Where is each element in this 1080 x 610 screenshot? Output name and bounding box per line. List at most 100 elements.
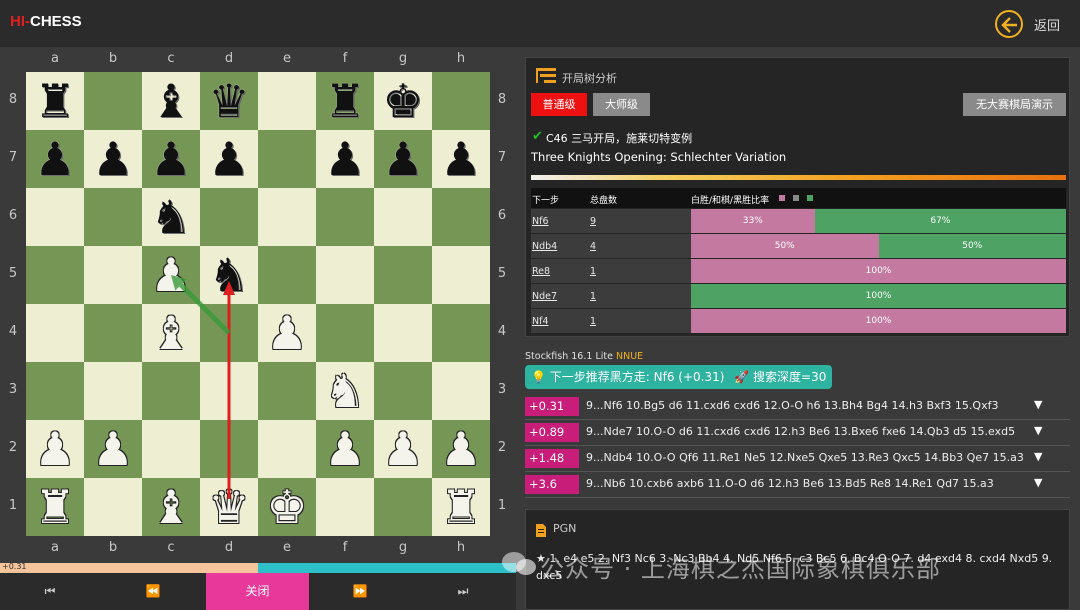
opening-row[interactable]: Nf6 9 33% 67% [531,209,1066,233]
white-pawn-icon[interactable]: ♟ [26,420,84,478]
opening-row-move[interactable]: Ndb4 [532,241,557,252]
white-king-icon[interactable]: ♚ [258,478,316,536]
square-g3[interactable] [374,362,432,420]
opening-row[interactable]: Re8 1 100% [531,259,1066,283]
square-h3[interactable] [432,362,490,420]
black-knight-icon[interactable]: ♞ [200,246,258,304]
engine-line-moves[interactable]: 9...Nb6 10.cxb6 axb6 11.O-O d6 12.h3 Be6… [586,477,1036,490]
square-b5[interactable] [84,246,142,304]
square-e3[interactable] [258,362,316,420]
black-king-icon[interactable]: ♚ [374,72,432,130]
black-knight-icon[interactable]: ♞ [142,188,200,246]
opening-row[interactable]: Nf4 1 100% [531,309,1066,333]
demo-games-button[interactable]: 无大赛棋局演示 [963,93,1066,116]
opening-row[interactable]: Ndb4 4 50% 50% [531,234,1066,258]
white-pawn-icon[interactable]: ♟ [432,420,490,478]
opening-row[interactable]: Nde7 1 100% [531,284,1066,308]
white-rook-icon[interactable]: ♜ [26,478,84,536]
opening-row-move[interactable]: Nf6 [532,216,549,227]
square-c2[interactable] [142,420,200,478]
square-g5[interactable] [374,246,432,304]
black-pawn-icon[interactable]: ♟ [316,130,374,188]
square-g6[interactable] [374,188,432,246]
black-pawn-icon[interactable]: ♟ [142,130,200,188]
engine-line[interactable]: +1.48 9...Ndb4 10.O-O Qf6 11.Re1 Ne5 12.N… [525,449,1070,469]
engine-line[interactable]: +3.6 9...Nb6 10.cxb6 axb6 11.O-O d6 12.h3… [525,475,1070,495]
expand-chevron-icon[interactable]: ▼ [1034,450,1042,463]
expand-chevron-icon[interactable]: ▼ [1034,398,1042,411]
square-d3[interactable] [200,362,258,420]
close-button[interactable]: 关闭 [206,573,309,610]
square-f5[interactable] [316,246,374,304]
black-rook-icon[interactable]: ♜ [316,72,374,130]
square-b6[interactable] [84,188,142,246]
square-d6[interactable] [200,188,258,246]
square-c3[interactable] [142,362,200,420]
engine-line-moves[interactable]: 9...Nf6 10.Bg5 d6 11.cxd6 cxd6 12.O-O h6… [586,399,1036,412]
square-f6[interactable] [316,188,374,246]
square-b1[interactable] [84,478,142,536]
square-f1[interactable] [316,478,374,536]
square-e6[interactable] [258,188,316,246]
first-move-button[interactable]: ⏮ [0,573,100,610]
square-e7[interactable] [258,130,316,188]
black-pawn-icon[interactable]: ♟ [374,130,432,188]
black-queen-icon[interactable]: ♛ [200,72,258,130]
square-b3[interactable] [84,362,142,420]
engine-line-moves[interactable]: 9...Nde7 10.O-O d6 11.cxd6 cxd6 12.h3 Be… [586,425,1036,438]
white-bishop-icon[interactable]: ♝ [142,304,200,362]
level-normal-button[interactable]: 普通级 [531,93,587,116]
square-a3[interactable] [26,362,84,420]
white-knight-icon[interactable]: ♞ [316,362,374,420]
square-h5[interactable] [432,246,490,304]
white-win-bar: 50% [691,234,879,258]
engine-line-moves[interactable]: 9...Ndb4 10.O-O Qf6 11.Re1 Ne5 12.Nxe5 Q… [586,451,1036,464]
opening-row-move[interactable]: Nf4 [532,316,549,327]
square-g4[interactable] [374,304,432,362]
legend-black-win [807,195,813,201]
white-rook-icon[interactable]: ♜ [432,478,490,536]
white-pawn-icon[interactable]: ♟ [316,420,374,478]
last-move-button[interactable]: ⏭ [413,573,513,610]
square-a4[interactable] [26,304,84,362]
square-b4[interactable] [84,304,142,362]
level-master-button[interactable]: 大师级 [593,93,650,116]
black-pawn-icon[interactable]: ♟ [200,130,258,188]
black-pawn-icon[interactable]: ♟ [432,130,490,188]
back-button[interactable]: 返回 [1034,15,1060,34]
prev-move-button[interactable]: ⏪ [103,573,203,610]
square-e2[interactable] [258,420,316,478]
square-h8[interactable] [432,72,490,130]
expand-chevron-icon[interactable]: ▼ [1034,476,1042,489]
white-pawn-icon[interactable]: ♟ [374,420,432,478]
opening-row-move[interactable]: Nde7 [532,291,557,302]
black-pawn-icon[interactable]: ♟ [84,130,142,188]
expand-chevron-icon[interactable]: ▼ [1034,424,1042,437]
engine-line[interactable]: +0.89 9...Nde7 10.O-O d6 11.cxd6 cxd6 12.… [525,423,1070,443]
back-arrow-icon[interactable] [995,10,1023,38]
black-bishop-icon[interactable]: ♝ [142,72,200,130]
square-e8[interactable] [258,72,316,130]
white-queen-icon[interactable]: ♛ [200,478,258,536]
square-e5[interactable] [258,246,316,304]
square-f4[interactable] [316,304,374,362]
square-h4[interactable] [432,304,490,362]
square-a5[interactable] [26,246,84,304]
white-bishop-icon[interactable]: ♝ [142,478,200,536]
white-pawn-icon[interactable]: ♟ [258,304,316,362]
square-b8[interactable] [84,72,142,130]
chess-board[interactable]: ♜ ♝ ♛ ♜ ♚ ♟ ♟ ♟ ♟ ♟ ♟ ♟ ♞ ♟ ♞ ♝ ♟ ♞ ♟ ♟ ♟ ♟ ♟ ♜ ♝ ♛ ♚ ♜ [26,72,490,536]
white-pawn-icon[interactable]: ♟ [142,246,200,304]
square-a6[interactable] [26,188,84,246]
black-pawn-icon[interactable]: ♟ [26,130,84,188]
opening-row-move[interactable]: Re8 [532,266,550,277]
black-rook-icon[interactable]: ♜ [26,72,84,130]
square-d4[interactable] [200,304,258,362]
file-label-a: a [51,51,59,66]
engine-line[interactable]: +0.31 9...Nf6 10.Bg5 d6 11.cxd6 cxd6 12.O… [525,397,1070,417]
square-h6[interactable] [432,188,490,246]
square-d2[interactable] [200,420,258,478]
square-g1[interactable] [374,478,432,536]
next-move-button[interactable]: ⏩ [310,573,410,610]
white-pawn-icon[interactable]: ♟ [84,420,142,478]
